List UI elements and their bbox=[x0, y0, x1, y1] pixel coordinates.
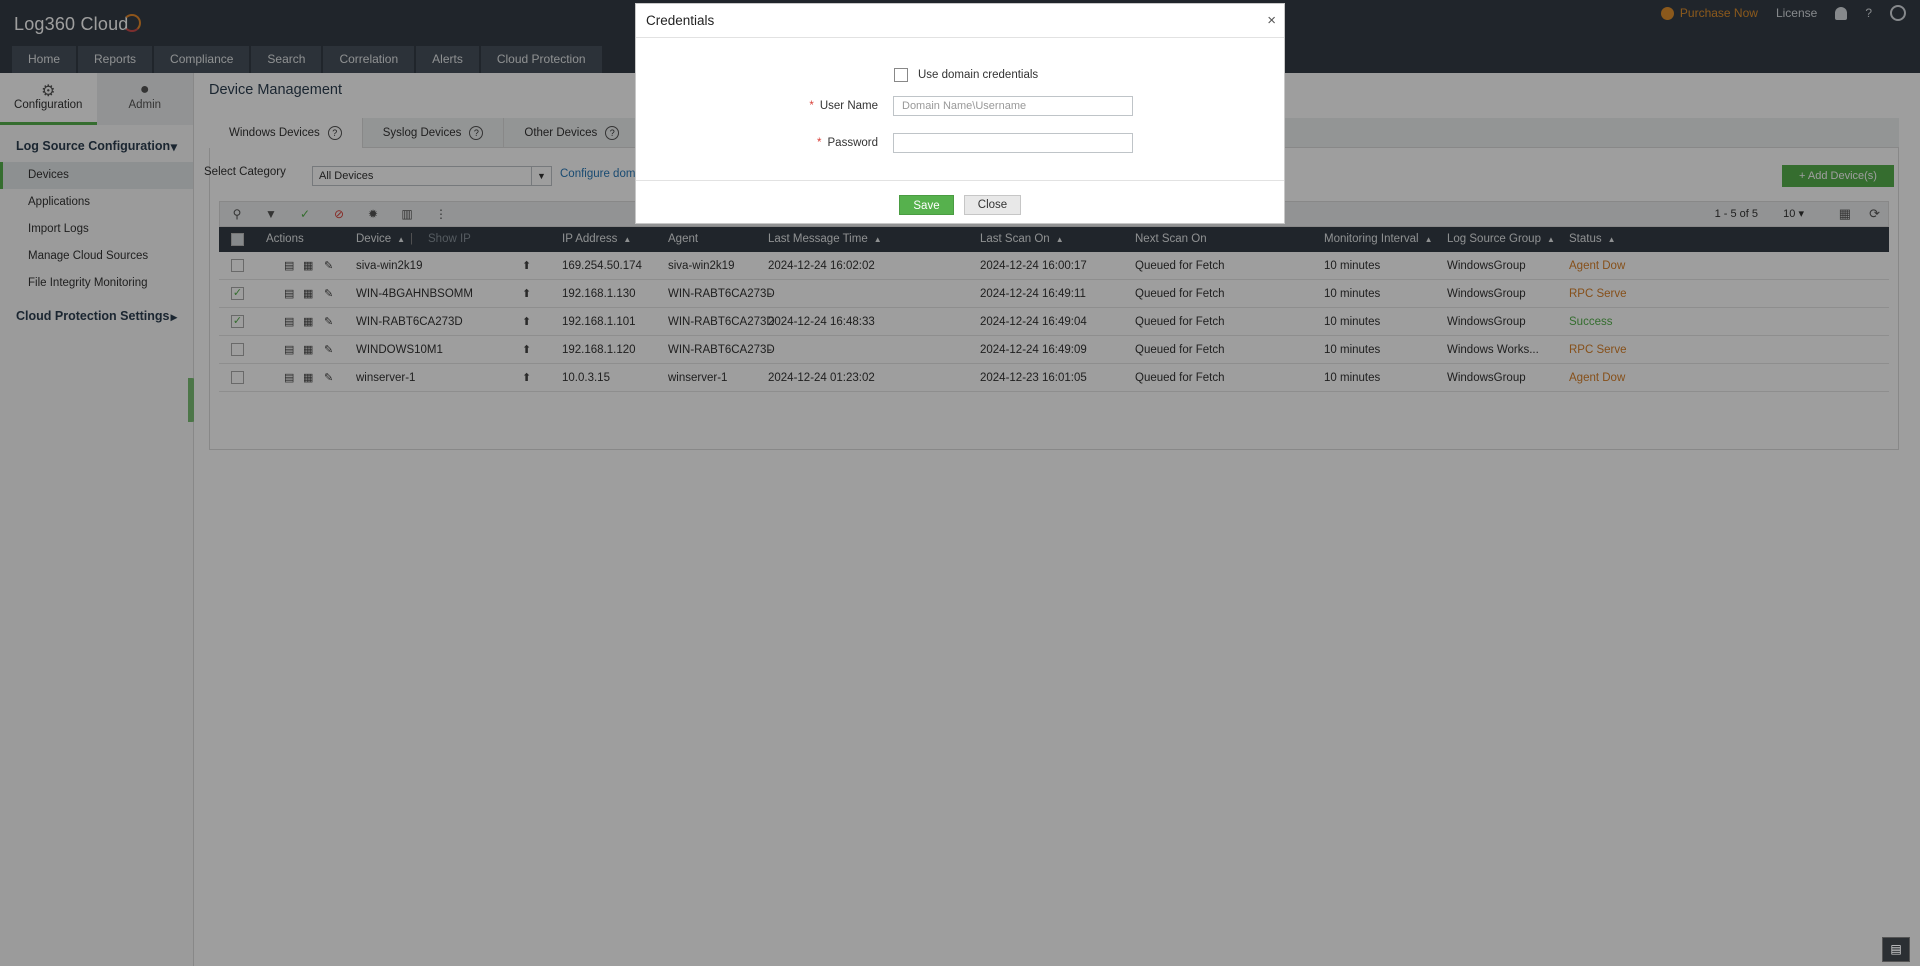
username-label: * User Name bbox=[758, 100, 878, 112]
dialog-footer: Save Close bbox=[636, 180, 1284, 224]
save-button[interactable]: Save bbox=[899, 195, 954, 215]
domain-credentials-label: Use domain credentials bbox=[918, 69, 1039, 81]
required-mark: * bbox=[817, 137, 822, 149]
credentials-dialog: Credentials × Use domain credentials * Us… bbox=[635, 3, 1285, 224]
domain-credentials-checkbox[interactable] bbox=[894, 68, 908, 82]
password-input[interactable] bbox=[893, 133, 1133, 153]
password-label-text: Password bbox=[827, 137, 879, 149]
password-label: * Password bbox=[758, 137, 878, 149]
required-mark: * bbox=[809, 100, 814, 112]
close-button[interactable]: Close bbox=[964, 195, 1021, 215]
username-label-text: User Name bbox=[819, 100, 878, 112]
dialog-header: Credentials × bbox=[636, 4, 1284, 38]
username-input[interactable]: Domain Name\Username bbox=[893, 96, 1133, 116]
chat-icon[interactable]: ▤ bbox=[1882, 937, 1910, 962]
close-icon[interactable]: × bbox=[1267, 12, 1276, 29]
dialog-title: Credentials bbox=[646, 13, 715, 28]
domain-credentials-option[interactable]: Use domain credentials bbox=[894, 68, 1038, 82]
